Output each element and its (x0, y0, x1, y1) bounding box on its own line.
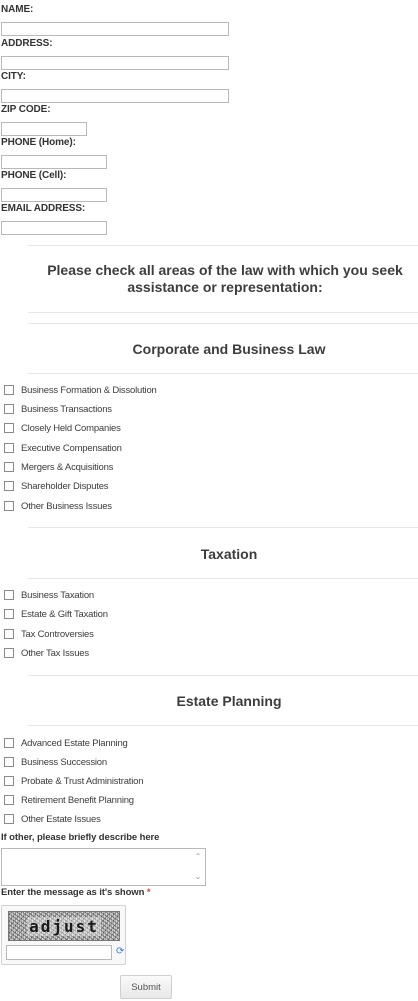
submit-button[interactable]: Submit (120, 975, 172, 999)
checkbox-box[interactable] (4, 481, 14, 491)
checkbox-label: Business Succession (21, 756, 107, 768)
checkbox-estate-gift[interactable]: Estate & Gift Taxation (4, 607, 108, 621)
checkbox-box[interactable] (4, 404, 14, 414)
label-phone-home: PHONE (Home): (1, 137, 76, 148)
checkbox-label: Other Estate Issues (21, 813, 101, 825)
label-address: ADDRESS: (1, 38, 53, 49)
scroll-down-icon[interactable]: ⌄ (193, 873, 203, 881)
zip-field[interactable] (1, 122, 87, 136)
other-description-textarea[interactable]: ⌃ ⌄ (1, 848, 206, 886)
checkbox-tax-controversies[interactable]: Tax Controversies (4, 627, 94, 641)
name-field[interactable] (1, 22, 229, 36)
section-title-estate: Estate Planning (176, 693, 282, 709)
scroll-up-icon[interactable]: ⌃ (193, 853, 203, 861)
checkbox-advanced-estate[interactable]: Advanced Estate Planning (4, 736, 128, 750)
checkbox-box[interactable] (4, 814, 14, 824)
checkbox-label: Estate & Gift Taxation (21, 608, 108, 620)
label-phone-cell: PHONE (Cell): (1, 170, 67, 181)
checkbox-retirement[interactable]: Retirement Benefit Planning (4, 793, 134, 807)
divider (28, 578, 418, 579)
checkbox-closely-held[interactable]: Closely Held Companies (4, 421, 121, 435)
checkbox-box[interactable] (4, 462, 14, 472)
checkbox-business-succession[interactable]: Business Succession (4, 755, 107, 769)
checkbox-shareholder[interactable]: Shareholder Disputes (4, 479, 109, 493)
label-email: EMAIL ADDRESS: (1, 203, 86, 214)
checkbox-business-transactions[interactable]: Business Transactions (4, 402, 112, 416)
checkbox-label: Advanced Estate Planning (21, 737, 128, 749)
divider (28, 675, 418, 676)
checkbox-mergers[interactable]: Mergers & Acquisitions (4, 460, 113, 474)
checkbox-box[interactable] (4, 443, 14, 453)
checkbox-label: Probate & Trust Administration (21, 775, 144, 787)
checkbox-box[interactable] (4, 590, 14, 600)
label-name: NAME: (1, 4, 34, 15)
checkbox-box[interactable] (4, 795, 14, 805)
refresh-icon[interactable]: ⟳ (116, 947, 126, 957)
required-mark: * (146, 887, 151, 898)
checkbox-other-business[interactable]: Other Business Issues (4, 499, 112, 513)
checkbox-probate-trust[interactable]: Probate & Trust Administration (4, 774, 144, 788)
city-field[interactable] (1, 89, 229, 103)
checkbox-box[interactable] (4, 629, 14, 639)
divider (28, 725, 418, 726)
address-field[interactable] (1, 56, 229, 70)
checkbox-label: Closely Held Companies (21, 422, 121, 434)
checkbox-label: Business Formation & Dissolution (21, 384, 157, 396)
captcha-label-text: Enter the message as it's shown (1, 887, 145, 898)
checkbox-label: Executive Compensation (21, 442, 122, 454)
divider (28, 373, 418, 374)
checkbox-box[interactable] (4, 738, 14, 748)
checkbox-label: Other Business Issues (21, 500, 112, 512)
section-title-taxation: Taxation (200, 546, 258, 562)
phone-home-field[interactable] (1, 155, 107, 169)
checkbox-box[interactable] (4, 776, 14, 786)
checkbox-box[interactable] (4, 423, 14, 433)
checkbox-label: Shareholder Disputes (21, 480, 109, 492)
checkbox-box[interactable] (4, 648, 14, 658)
checkbox-label: Other Tax Issues (21, 647, 89, 659)
checkbox-label: Mergers & Acquisitions (21, 461, 114, 473)
checkbox-label: Retirement Benefit Planning (21, 794, 134, 806)
checkbox-label: Tax Controversies (21, 628, 94, 640)
checkbox-box[interactable] (4, 609, 14, 619)
checkbox-label: Business Transactions (21, 403, 112, 415)
checkbox-other-tax[interactable]: Other Tax Issues (4, 646, 89, 660)
captcha-input[interactable] (6, 945, 112, 960)
captcha-image-text: adjust (27, 916, 101, 936)
divider (28, 527, 418, 528)
label-city: CITY: (1, 71, 26, 82)
checkbox-business-taxation[interactable]: Business Taxation (4, 588, 94, 602)
checkbox-box[interactable] (4, 385, 14, 395)
other-description-label: If other, please briefly describe here (1, 832, 160, 843)
captcha-box: adjust ⟳ (1, 905, 126, 965)
captcha-image: adjust (8, 911, 120, 941)
checkbox-label: Business Taxation (21, 589, 94, 601)
phone-cell-field[interactable] (1, 188, 107, 202)
divider (28, 312, 418, 313)
label-zip: ZIP CODE: (1, 104, 51, 115)
checkbox-other-estate[interactable]: Other Estate Issues (4, 812, 101, 826)
checkbox-business-formation[interactable]: Business Formation & Dissolution (4, 383, 157, 397)
captcha-label: Enter the message as it's shown * (1, 887, 151, 898)
divider (28, 323, 418, 324)
checkbox-executive-comp[interactable]: Executive Compensation (4, 441, 122, 455)
email-field[interactable] (1, 221, 107, 235)
checkbox-box[interactable] (4, 501, 14, 511)
section-title-corporate: Corporate and Business Law (132, 341, 326, 357)
intro-heading: Please check all areas of the law with w… (47, 262, 403, 295)
checkbox-box[interactable] (4, 757, 14, 767)
divider (28, 245, 418, 246)
